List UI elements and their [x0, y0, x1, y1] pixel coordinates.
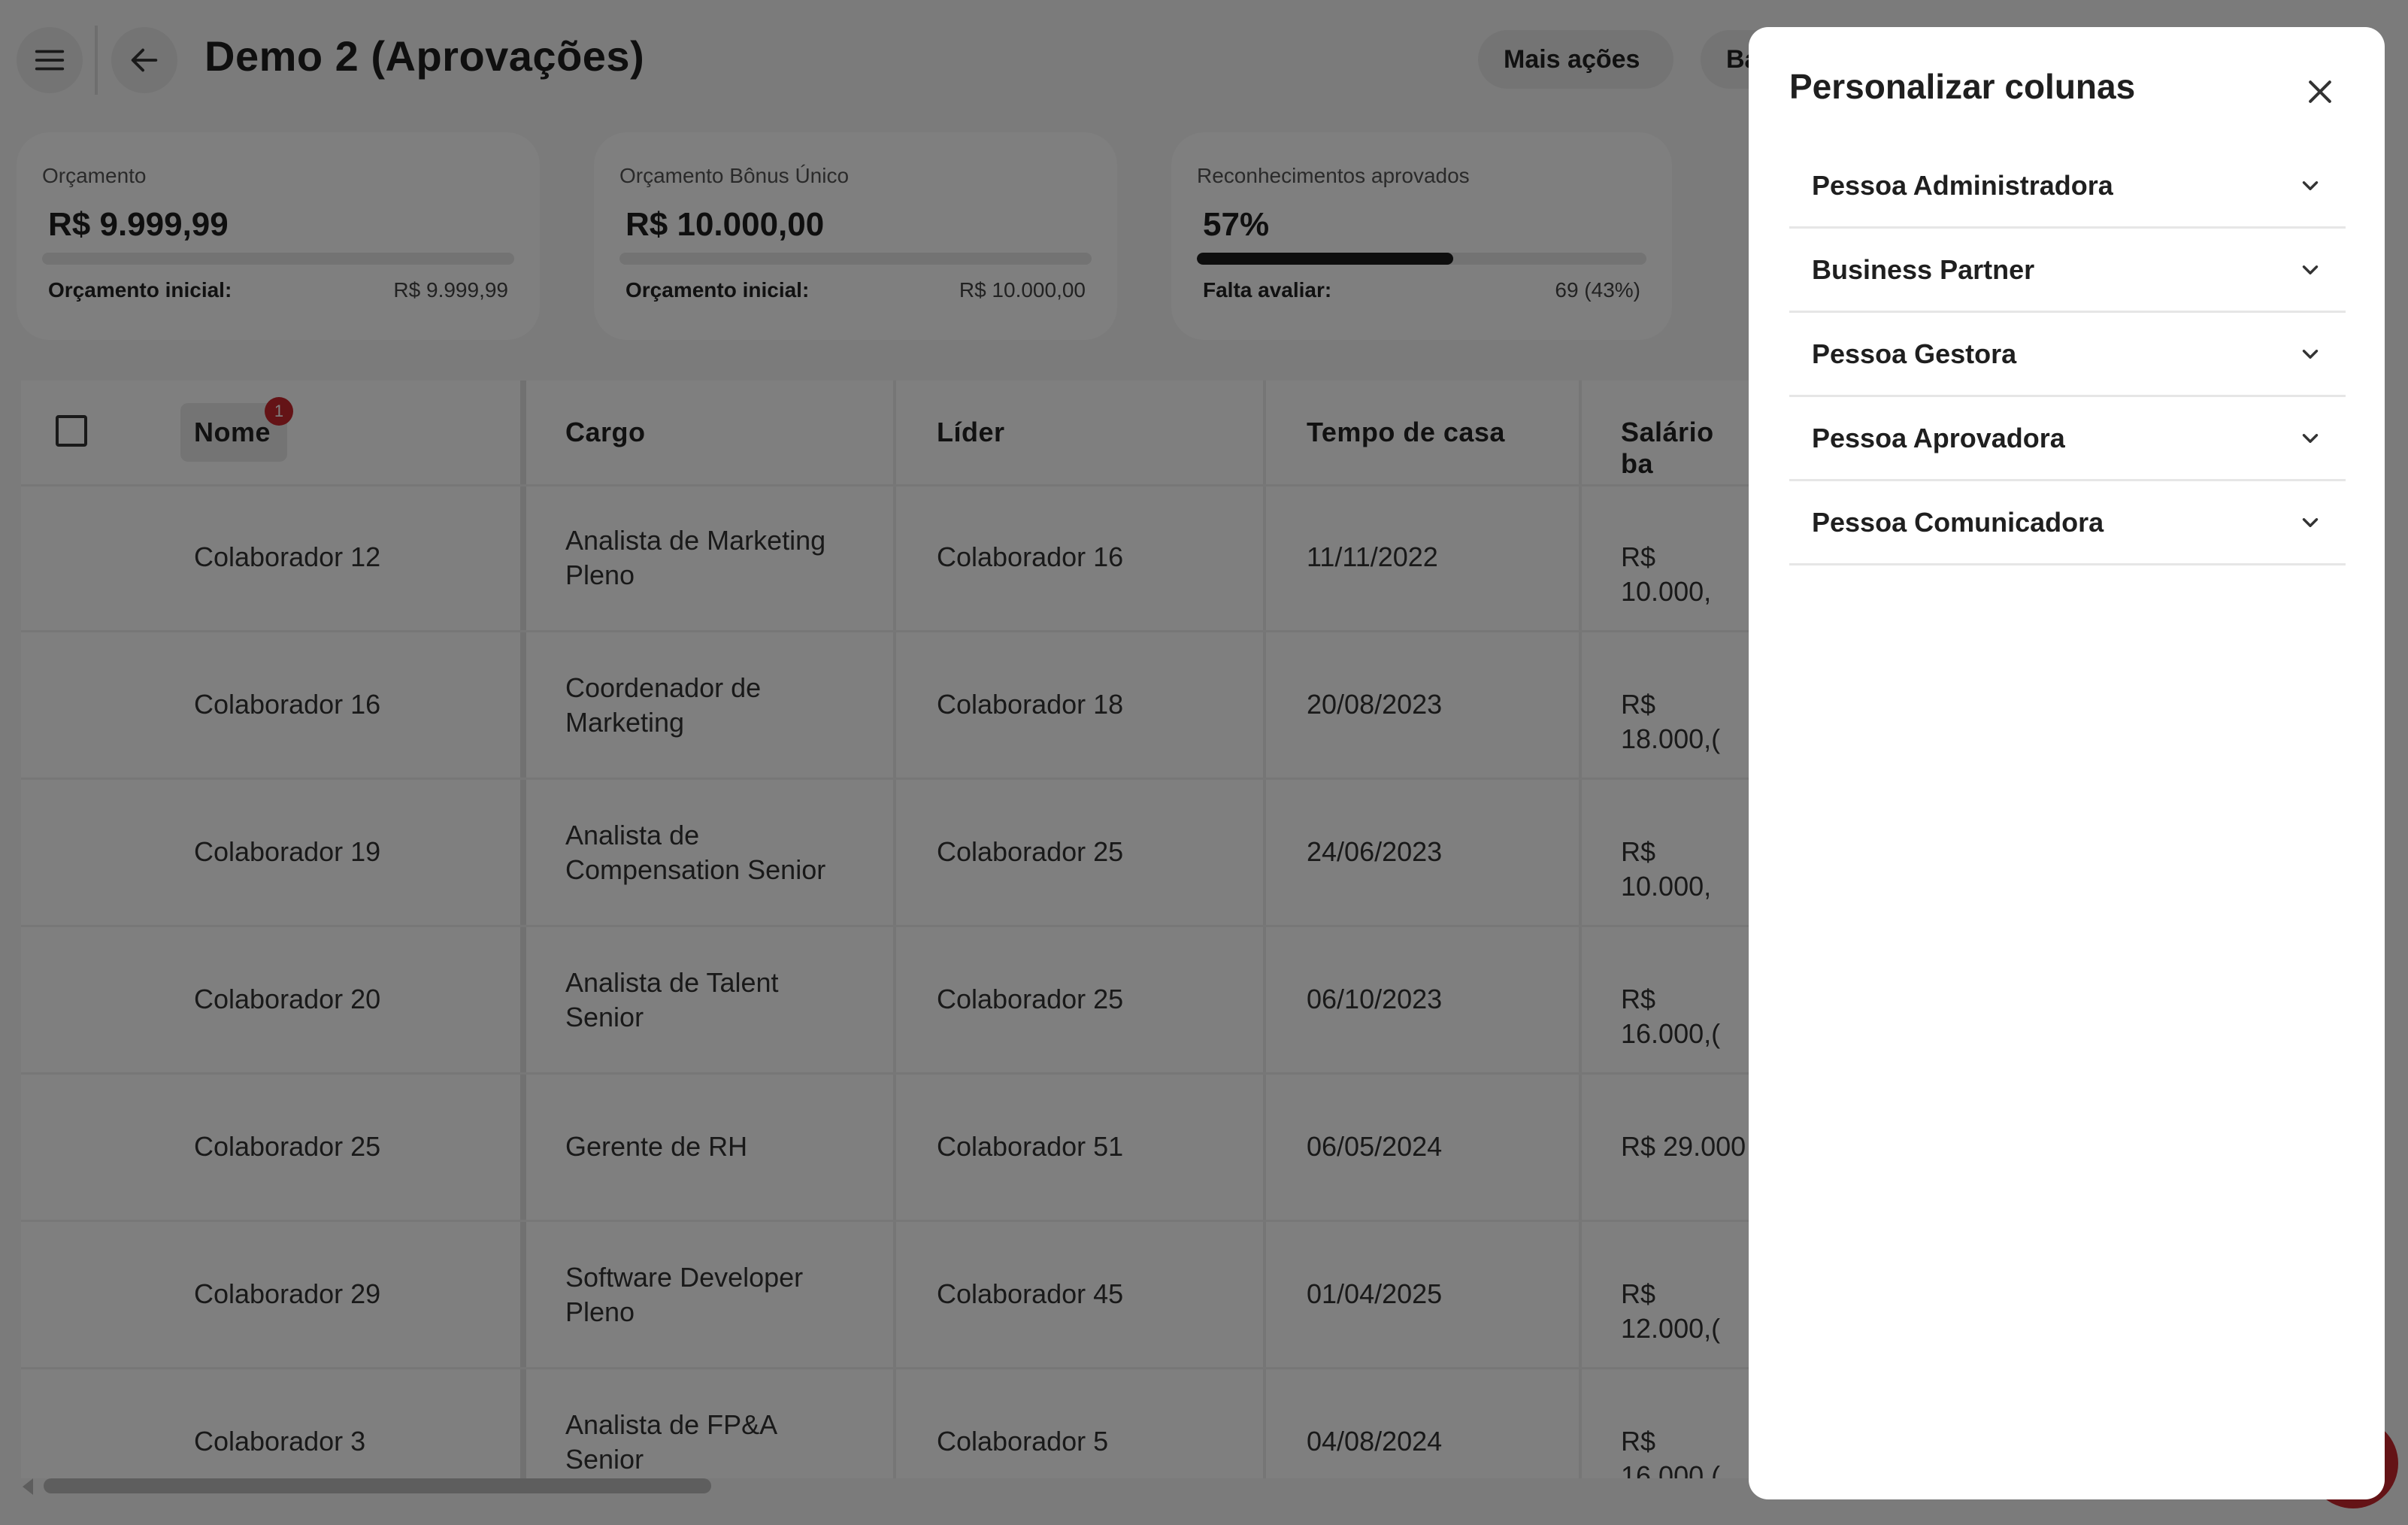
chevron-down-icon: [2302, 349, 2319, 359]
chevron-down-icon: [2302, 517, 2319, 527]
customize-columns-drawer: Personalizar colunas Pessoa Administrado…: [1749, 27, 2385, 1499]
section-label: Pessoa Comunicadora: [1812, 506, 2104, 538]
section-label: Business Partner: [1812, 253, 2035, 285]
section-label: Pessoa Aprovadora: [1812, 422, 2065, 453]
section-pessoa-administradora[interactable]: Pessoa Administradora: [1789, 144, 2346, 229]
drawer-title: Personalizar colunas: [1789, 67, 2136, 106]
chevron-down-icon: [2302, 265, 2319, 274]
close-drawer-button[interactable]: [2287, 59, 2353, 125]
chevron-down-icon: [2302, 433, 2319, 443]
chevron-down-icon: [2302, 180, 2319, 190]
section-pessoa-aprovadora[interactable]: Pessoa Aprovadora: [1789, 397, 2346, 481]
section-label: Pessoa Administradora: [1812, 169, 2113, 201]
section-label: Pessoa Gestora: [1812, 338, 2017, 369]
section-pessoa-gestora[interactable]: Pessoa Gestora: [1789, 313, 2346, 397]
section-business-partner[interactable]: Business Partner: [1789, 229, 2346, 313]
section-pessoa-comunicadora[interactable]: Pessoa Comunicadora: [1789, 481, 2346, 565]
close-icon: [2309, 80, 2331, 103]
